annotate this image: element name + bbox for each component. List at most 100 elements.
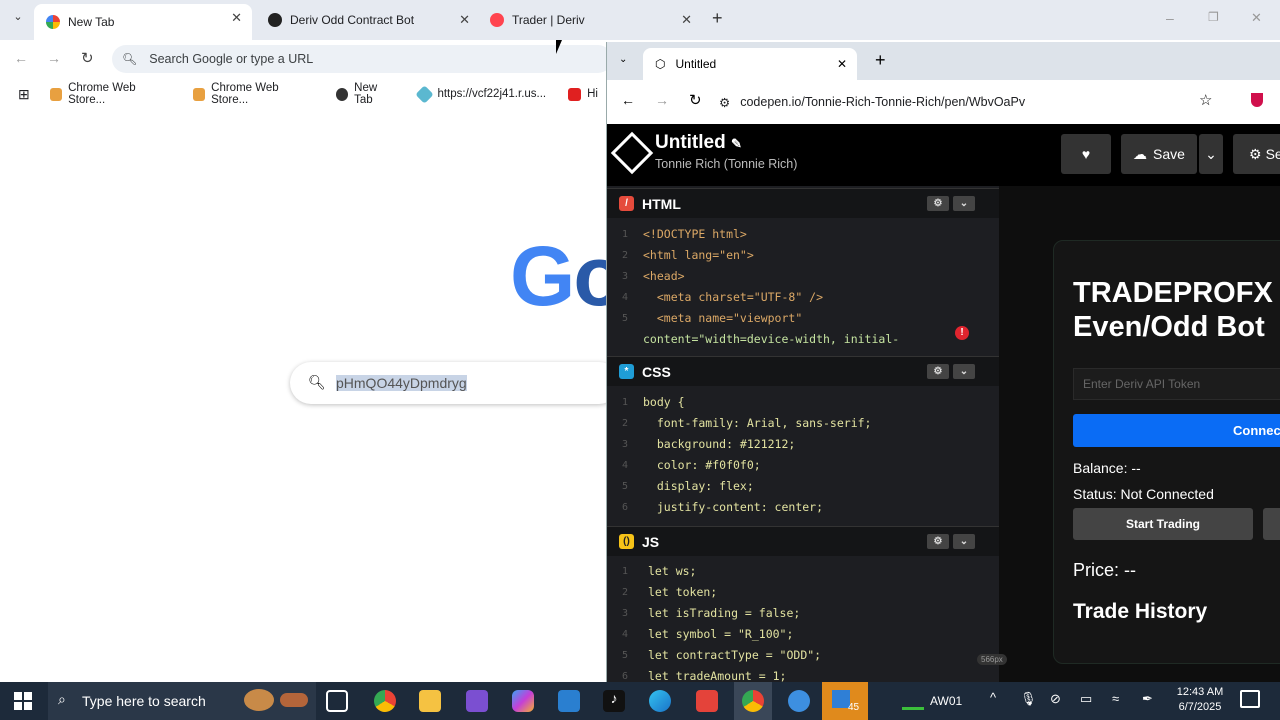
tab-search-icon[interactable]: ⌄	[8, 10, 28, 30]
app-icon[interactable]	[466, 690, 488, 712]
close-tab-icon[interactable]: ✕	[681, 12, 692, 28]
chrome-icon[interactable]	[742, 690, 764, 712]
windows-start-icon[interactable]	[14, 692, 32, 710]
connect-button[interactable]: Connect	[1073, 414, 1280, 447]
task-view-icon[interactable]	[326, 690, 348, 712]
forward-icon[interactable]: →	[655, 92, 669, 108]
notification-center-icon[interactable]	[1240, 690, 1260, 708]
tray-label[interactable]: AW01	[930, 694, 962, 708]
stocks-icon[interactable]	[902, 690, 924, 710]
code-line: 2 let token;	[607, 582, 985, 603]
google-icon[interactable]	[374, 690, 396, 712]
tab-new-tab[interactable]: New Tab ✕	[34, 4, 252, 40]
editor-collapse-icon[interactable]: ⌄	[953, 534, 975, 549]
battery-icon[interactable]: ▭	[1080, 691, 1092, 707]
notification-count: 45	[848, 702, 860, 713]
back-icon[interactable]: ←	[14, 50, 28, 66]
editor-collapse-icon[interactable]: ⌄	[953, 196, 975, 211]
pen-author[interactable]: Tonnie Rich (Tonnie Rich)	[655, 157, 797, 171]
chrome-icon	[46, 15, 60, 29]
bookmark-item[interactable]: New Tab	[335, 82, 397, 106]
globe-icon	[335, 87, 349, 101]
codepen-logo-icon[interactable]	[610, 131, 654, 175]
js-code[interactable]: 1 let ws; 2 let token; 3 let isTrading = fa…	[607, 561, 985, 682]
wifi-icon[interactable]: ≈	[1112, 691, 1119, 706]
app-active-tile[interactable]: 45	[822, 682, 868, 720]
google-search-box[interactable]: 🔍︎ pHmQO44yDpmdryg	[290, 362, 620, 404]
forward-icon[interactable]: →	[47, 50, 61, 66]
editor-collapse-icon[interactable]: ⌄	[953, 364, 975, 379]
bookmark-item[interactable]: Hi	[568, 87, 598, 101]
close-tab-icon[interactable]: ✕	[837, 57, 847, 71]
editor-settings-icon[interactable]: ⚙	[927, 534, 949, 549]
minimize-icon[interactable]: –	[1166, 10, 1174, 26]
editor-label: JS	[642, 533, 660, 550]
network-icon[interactable]: ⊘	[1050, 691, 1061, 707]
search-input[interactable]: pHmQO44yDpmdryg	[336, 375, 467, 391]
close-tab-icon[interactable]: ✕	[459, 12, 470, 28]
code-text: let isTrading = false;	[648, 606, 801, 620]
code-text: background: #121212;	[643, 437, 796, 451]
html-editor-header[interactable]: / HTML ⚙ ⌄	[607, 188, 999, 218]
wps-icon[interactable]	[696, 690, 718, 712]
new-tab-icon[interactable]: +	[875, 50, 886, 71]
code-text: let token;	[648, 585, 718, 599]
html-code[interactable]: 1 <!DOCTYPE html> 2 <html lang="en"> 3 <hea…	[607, 224, 985, 350]
token-placeholder: Enter Deriv API Token	[1083, 377, 1201, 391]
pen-icon[interactable]: ✒	[1142, 691, 1153, 707]
new-tab-icon[interactable]: +	[712, 8, 723, 29]
js-editor-header[interactable]: () JS ⚙ ⌄	[607, 526, 999, 556]
taskbar-search-placeholder: Type here to search	[82, 693, 206, 709]
taskbar-search[interactable]: ⌕ Type here to search	[48, 682, 316, 720]
api-token-input[interactable]: Enter Deriv API Token	[1073, 368, 1280, 400]
codepen-icon	[268, 13, 282, 27]
reload-icon[interactable]: ↻	[689, 91, 702, 109]
css-editor-header[interactable]: * CSS ⚙ ⌄	[607, 356, 999, 386]
site-info-icon[interactable]: ⚙	[719, 95, 730, 110]
code-line: 6 let tradeAmount = 1;	[607, 666, 985, 682]
close-window-icon[interactable]: ✕	[1251, 10, 1262, 26]
tab-deriv-bot[interactable]: Deriv Odd Contract Bot ✕	[268, 6, 470, 34]
start-trading-button[interactable]: Start Trading	[1073, 508, 1253, 540]
heart-button[interactable]: ♥	[1061, 134, 1111, 174]
bookmark-item[interactable]: https://vcf22j41.r.us...	[415, 84, 546, 104]
clock[interactable]: 12:43 AM 6/7/2025	[1168, 685, 1232, 715]
store-icon[interactable]	[558, 690, 580, 712]
restore-icon[interactable]: ❐	[1208, 10, 1219, 24]
microphone-icon[interactable]: 🎙︎	[1020, 691, 1037, 707]
save-options-button[interactable]: ⌄	[1199, 134, 1223, 174]
tab-search-icon[interactable]: ⌄	[619, 54, 627, 65]
address-bar[interactable]: 🔍︎ Search Google or type a URL	[112, 45, 612, 73]
size-badge: 566px	[977, 654, 1007, 665]
tiktok-icon[interactable]: ♪	[603, 690, 625, 712]
bookmark-label: Chrome Web Store...	[68, 82, 136, 106]
css-code[interactable]: 1 body { 2 font-family: Arial, sans-serif…	[607, 392, 985, 518]
code-text: <meta charset="UTF-8" />	[643, 290, 824, 304]
bookmark-item[interactable]: Chrome Web Store...	[49, 82, 171, 106]
editor-settings-icon[interactable]: ⚙	[927, 196, 949, 211]
tab-trader-deriv[interactable]: Trader | Deriv ✕	[490, 6, 692, 34]
pen-title[interactable]: Untitled ✎	[655, 132, 742, 154]
edit-pencil-icon[interactable]: ✎	[731, 136, 742, 151]
settings-button[interactable]: ⚙Se	[1233, 134, 1280, 174]
file-explorer-icon[interactable]	[419, 690, 441, 712]
tab-untitled[interactable]: ⬡ Untitled ✕	[643, 48, 857, 80]
css-badge-icon: *	[619, 364, 634, 379]
clock-date: 6/7/2025	[1178, 701, 1222, 713]
bookmark-item[interactable]: Chrome Web Store...	[192, 82, 314, 106]
chevron-up-icon[interactable]: ^	[990, 690, 996, 705]
error-icon[interactable]: !	[955, 326, 969, 340]
stop-trading-button[interactable]	[1263, 508, 1280, 540]
save-button[interactable]: ☁ Save	[1121, 134, 1197, 174]
editor-settings-icon[interactable]: ⚙	[927, 364, 949, 379]
edge-icon[interactable]	[649, 690, 671, 712]
back-icon[interactable]: ←	[621, 92, 635, 108]
apps-icon[interactable]: ⊞	[18, 86, 30, 103]
copilot-icon[interactable]	[512, 690, 534, 712]
codepen-icon: ⬡	[655, 57, 666, 71]
cloud-icon: ☁	[1133, 145, 1148, 162]
address-bar[interactable]: ⚙ codepen.io/Tonnie-Rich-Tonnie-Rich/pen…	[719, 90, 1273, 114]
reload-icon[interactable]: ↻	[81, 49, 94, 67]
telegram-icon[interactable]	[788, 690, 810, 712]
close-tab-icon[interactable]: ✕	[231, 10, 242, 26]
